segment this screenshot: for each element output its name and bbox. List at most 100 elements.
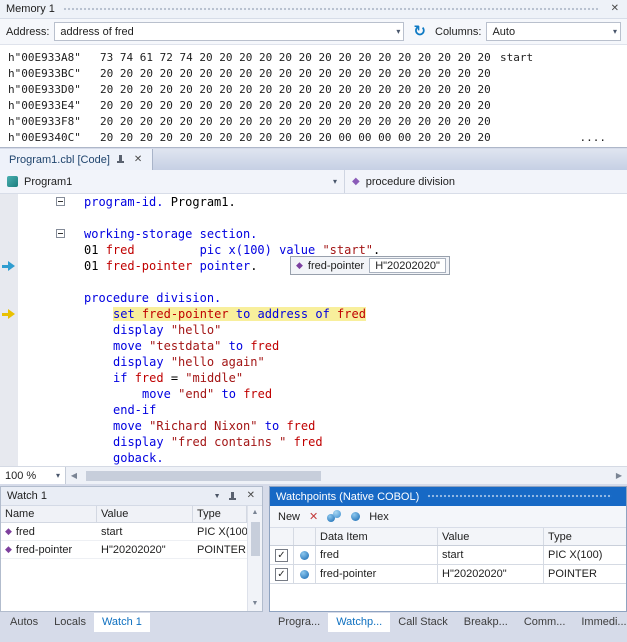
code-text[interactable]: display "hello": [70, 322, 627, 338]
columns-select[interactable]: Auto ▾: [486, 22, 621, 41]
drag-grip[interactable]: [63, 7, 600, 12]
breakpoint-margin[interactable]: [0, 290, 18, 306]
memory-bytes[interactable]: 20 20 20 20 20 20 20 20 20 20 20 20 20 2…: [100, 98, 500, 114]
bottom-tab[interactable]: Watchp...: [328, 613, 390, 632]
column-header-name[interactable]: Name: [1, 506, 97, 522]
delete-icon[interactable]: ✕: [309, 510, 318, 523]
vertical-scrollbar[interactable]: ▲ ▼: [247, 506, 262, 611]
bottom-tab[interactable]: Autos: [2, 613, 46, 632]
breakpoint-margin[interactable]: [0, 434, 18, 450]
code-text[interactable]: move "testdata" to fred: [70, 338, 627, 354]
scrollbar-thumb[interactable]: [86, 471, 321, 481]
watchpoint-row[interactable]: ✓fred-pointerH"20202020"POINTER: [270, 565, 626, 584]
breakpoint-margin[interactable]: [0, 370, 18, 386]
watch-titlebar[interactable]: Watch 1 ▼ ✕: [1, 487, 262, 506]
breakpoint-margin[interactable]: [0, 210, 18, 226]
memory-bytes[interactable]: 20 20 20 20 20 20 20 20 20 20 20 20 20 2…: [100, 66, 500, 82]
breakpoint-margin[interactable]: [0, 338, 18, 354]
breakpoint-margin[interactable]: [0, 402, 18, 418]
watchpoints-titlebar[interactable]: Watchpoints (Native COBOL): [270, 487, 626, 506]
breakpoint-margin[interactable]: [0, 418, 18, 434]
column-header-value[interactable]: Value: [438, 528, 544, 545]
close-icon[interactable]: ✕: [131, 155, 145, 165]
members-dropdown[interactable]: ◆ procedure division: [345, 170, 627, 193]
pin-icon[interactable]: [116, 154, 125, 165]
breakpoint-margin[interactable]: [0, 386, 18, 402]
breakpoint-margin[interactable]: [0, 258, 18, 274]
address-input[interactable]: address of fred ▾: [54, 22, 404, 41]
code-text[interactable]: move "Richard Nixon" to fred: [70, 418, 627, 434]
memory-bytes[interactable]: 73 74 61 72 74 20 20 20 20 20 20 20 20 2…: [100, 50, 500, 66]
code-text[interactable]: [70, 210, 627, 226]
code-text[interactable]: display "fred contains " fred: [70, 434, 627, 450]
drag-grip[interactable]: [427, 494, 612, 499]
zoom-select[interactable]: 100 % ▾: [0, 467, 66, 484]
code-text[interactable]: procedure division.: [70, 290, 627, 306]
code-text[interactable]: goback.: [70, 450, 627, 466]
scroll-down-icon[interactable]: ▼: [252, 597, 259, 611]
breakpoint-margin[interactable]: [0, 194, 18, 210]
watch-row[interactable]: ◆fredstartPIC X(100): [1, 523, 247, 541]
collapse-icon[interactable]: [56, 197, 65, 206]
breakpoint-margin[interactable]: [0, 450, 18, 466]
scrollbar-thumb[interactable]: [251, 522, 260, 556]
scrollbar-track[interactable]: [82, 467, 611, 485]
bottom-tab[interactable]: Breakp...: [456, 613, 516, 632]
column-header-type[interactable]: Type: [544, 528, 626, 545]
refresh-icon[interactable]: ↻: [413, 24, 426, 39]
scroll-up-icon[interactable]: ▲: [252, 506, 259, 520]
memory-bytes[interactable]: 20 20 20 20 20 20 20 20 20 20 20 20 00 0…: [100, 130, 500, 146]
watch-row[interactable]: ◆fred-pointerH"20202020"POINTER: [1, 541, 247, 559]
memory-titlebar[interactable]: Memory 1 ✕: [0, 0, 627, 19]
chevron-down-icon[interactable]: ▾: [390, 27, 400, 36]
code-text[interactable]: working-storage section.: [70, 226, 627, 242]
bottom-tab[interactable]: Immedi...: [573, 613, 627, 632]
watchpoint-row[interactable]: ✓fredstartPIC X(100): [270, 546, 626, 565]
memory-bytes[interactable]: 20 20 20 20 20 20 20 20 20 20 20 20 20 2…: [100, 114, 500, 130]
code-text[interactable]: 01 fred-pointer pointer.◆fred-pointerH"2…: [70, 258, 627, 274]
breakpoint-margin[interactable]: [0, 226, 18, 242]
horizontal-scrollbar[interactable]: ◀ ▶: [66, 467, 627, 485]
breakpoint-margin[interactable]: [0, 274, 18, 290]
code-text[interactable]: [70, 274, 627, 290]
bottom-tab[interactable]: Comm...: [516, 613, 574, 632]
breakpoint-margin[interactable]: [0, 322, 18, 338]
close-icon[interactable]: ✕: [244, 491, 258, 501]
chevron-down-icon[interactable]: ▾: [56, 471, 60, 480]
code-text[interactable]: end-if: [70, 402, 627, 418]
pin-icon[interactable]: [228, 491, 237, 502]
column-header-type[interactable]: Type: [193, 506, 247, 522]
bottom-tab[interactable]: Locals: [46, 613, 94, 632]
watchpoint-group-icon[interactable]: [327, 510, 342, 523]
watchpoint-toggle-icon[interactable]: [351, 512, 360, 521]
types-dropdown[interactable]: Program1 ▾: [0, 170, 345, 193]
column-header-data-item[interactable]: Data Item: [316, 528, 438, 545]
window-menu-icon[interactable]: ▼: [214, 493, 221, 500]
code-lines[interactable]: program-id. Program1. working-storage sec…: [0, 194, 627, 466]
scrollbar-track[interactable]: [248, 520, 262, 597]
chevron-down-icon[interactable]: ▾: [607, 27, 617, 36]
new-watchpoint-button[interactable]: New: [278, 511, 300, 523]
scroll-left-icon[interactable]: ◀: [66, 471, 82, 480]
code-text[interactable]: set fred-pointer to address of fred: [70, 306, 627, 322]
breakpoint-margin[interactable]: [0, 306, 18, 322]
breakpoint-margin[interactable]: [0, 242, 18, 258]
collapse-icon[interactable]: [56, 229, 65, 238]
scroll-right-icon[interactable]: ▶: [611, 471, 627, 480]
breakpoint-margin[interactable]: [0, 354, 18, 370]
close-icon[interactable]: ✕: [608, 4, 622, 14]
datatip-value[interactable]: H"20202020": [369, 258, 446, 273]
enabled-checkbox[interactable]: ✓: [275, 568, 288, 581]
column-header-value[interactable]: Value: [97, 506, 193, 522]
code-text[interactable]: if fred = "middle": [70, 370, 627, 386]
memory-bytes[interactable]: 20 20 20 20 20 20 20 20 20 20 20 20 20 2…: [100, 82, 500, 98]
code-text[interactable]: program-id. Program1.: [70, 194, 627, 210]
enabled-checkbox[interactable]: ✓: [275, 549, 288, 562]
bottom-tab[interactable]: Call Stack: [390, 613, 456, 632]
hex-toggle-button[interactable]: Hex: [369, 511, 389, 523]
bottom-tab[interactable]: Progra...: [270, 613, 328, 632]
code-text[interactable]: move "end" to fred: [70, 386, 627, 402]
chevron-down-icon[interactable]: ▾: [333, 177, 337, 186]
tab-program1-cbl[interactable]: Program1.cbl [Code] ✕: [0, 149, 153, 170]
bottom-tab[interactable]: Watch 1: [94, 613, 150, 632]
